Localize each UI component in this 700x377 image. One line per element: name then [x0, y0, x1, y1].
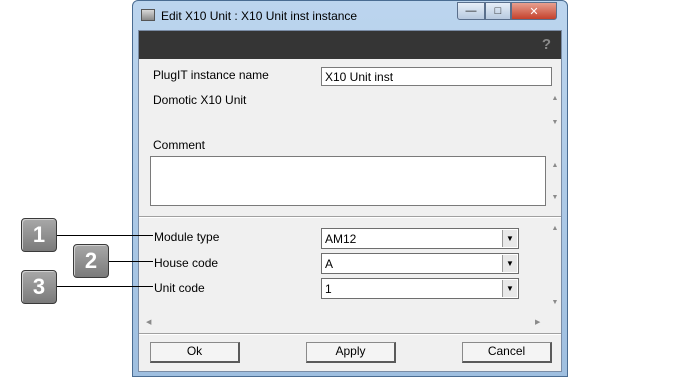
app-icon: [141, 9, 155, 21]
title-bar[interactable]: Edit X10 Unit : X10 Unit inst instance —…: [133, 1, 567, 29]
maximize-button[interactable]: □: [485, 2, 511, 20]
dropdown-arrow-icon[interactable]: ▼: [502, 230, 517, 247]
scroll-down-icon[interactable]: ▼: [550, 194, 560, 202]
section-divider: [139, 216, 561, 218]
dropdown-arrow-icon[interactable]: ▼: [502, 255, 517, 272]
house-code-value: A: [325, 257, 334, 271]
scroll-down-icon[interactable]: ▼: [550, 299, 560, 307]
options-scrollbar[interactable]: ▲ ▼: [550, 221, 560, 311]
instance-name-label: PlugIT instance name: [153, 68, 269, 82]
callout-1-leader: [57, 235, 153, 236]
buttons-divider: [139, 333, 561, 335]
module-type-label: Module type: [154, 230, 220, 244]
callout-2: 2: [73, 244, 109, 278]
ok-button[interactable]: Ok: [150, 342, 240, 363]
scroll-up-icon[interactable]: ▲: [550, 95, 560, 103]
callout-1: 1: [21, 218, 57, 252]
house-code-select[interactable]: A ▼: [321, 253, 519, 274]
dialog-header-bar: ?: [139, 31, 561, 59]
scroll-left-icon[interactable]: ◀: [146, 317, 151, 329]
scroll-up-icon[interactable]: ▲: [550, 225, 560, 233]
apply-button[interactable]: Apply: [306, 342, 396, 363]
unit-code-select[interactable]: 1 ▼: [321, 278, 519, 299]
comment-field[interactable]: [150, 156, 546, 206]
module-type-value: AM12: [325, 232, 357, 246]
cancel-button[interactable]: Cancel: [462, 342, 552, 363]
minimize-button[interactable]: —: [457, 2, 485, 20]
unit-code-value: 1: [325, 282, 332, 296]
close-button[interactable]: ✕: [511, 2, 557, 20]
module-type-select[interactable]: AM12 ▼: [321, 228, 519, 249]
info-scrollbar[interactable]: ▲ ▼: [550, 91, 560, 131]
type-label: Domotic X10 Unit: [153, 93, 247, 107]
scroll-down-icon[interactable]: ▼: [550, 119, 560, 127]
dialog-client-area: ? PlugIT instance name X10 Unit inst Dom…: [138, 30, 562, 372]
house-code-label: House code: [154, 256, 219, 270]
callout-3-leader: [57, 286, 153, 287]
comment-scrollbar[interactable]: ▲ ▼: [550, 156, 560, 206]
comment-label: Comment: [153, 138, 206, 152]
scroll-up-icon[interactable]: ▲: [550, 162, 560, 170]
edit-dialog-window: Edit X10 Unit : X10 Unit inst instance —…: [132, 0, 568, 377]
window-title: Edit X10 Unit : X10 Unit inst instance: [161, 9, 358, 23]
unit-code-label: Unit code: [154, 281, 205, 295]
callout-3: 3: [21, 270, 57, 304]
dropdown-arrow-icon[interactable]: ▼: [502, 280, 517, 297]
scroll-right-icon[interactable]: ▶: [535, 317, 540, 329]
callout-2-leader: [109, 261, 153, 262]
help-icon[interactable]: ?: [542, 36, 551, 53]
horizontal-scrollbar[interactable]: ◀ ▶: [139, 317, 540, 329]
instance-name-field[interactable]: X10 Unit inst: [321, 67, 552, 86]
